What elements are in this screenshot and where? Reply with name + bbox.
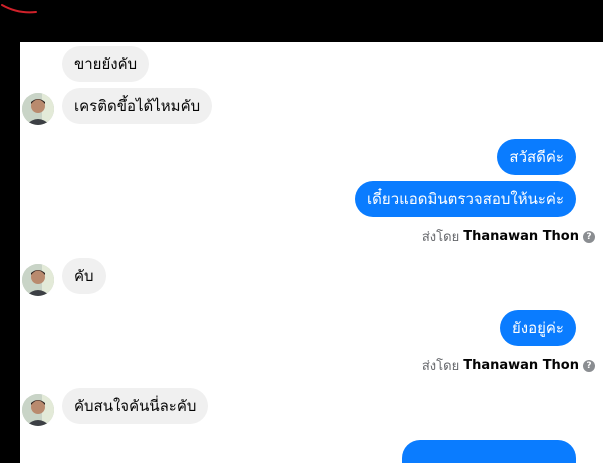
message-bubble-outgoing-partial[interactable] <box>402 440 576 463</box>
avatar[interactable] <box>22 264 54 296</box>
sent-by-label: ส่งโดย Thanawan Thon ? <box>422 355 595 376</box>
message-bubble-incoming[interactable]: เครติดขึ้อได้ไหมคับ <box>62 88 213 124</box>
question-circle-icon[interactable]: ? <box>583 230 595 243</box>
message-bubble-incoming[interactable]: ขายยังคับ <box>62 46 150 82</box>
sent-by-prefix: ส่งโดย <box>421 230 460 245</box>
sent-by-prefix: ส่งโดย <box>421 359 460 374</box>
sender-name: Thanawan Thon <box>463 358 579 373</box>
message-bubble-outgoing[interactable]: เดี๋ยวแอดมินตรวจสอบให้นะค่ะ <box>355 181 576 217</box>
avatar-photo-icon <box>22 93 54 125</box>
question-circle-icon[interactable]: ? <box>583 359 595 372</box>
avatar-photo-icon <box>22 394 54 426</box>
avatar-photo-icon <box>22 264 54 296</box>
sent-by-label: ส่งโดย Thanawan Thon ? <box>422 226 595 247</box>
chat-message-list[interactable]: ขายยังคับ เครติดขึ้อได้ไหมคับ สวัสดีค่ะ … <box>20 42 603 463</box>
sender-name: Thanawan Thon <box>463 229 579 244</box>
avatar[interactable] <box>22 394 54 426</box>
message-bubble-incoming[interactable]: คับสนใจคันนี่ละคับ <box>62 388 209 424</box>
annotation-stroke-mark <box>1 4 37 14</box>
message-bubble-outgoing[interactable]: สวัสดีค่ะ <box>497 139 576 175</box>
message-bubble-incoming[interactable]: คับ <box>62 258 106 294</box>
avatar[interactable] <box>22 93 54 125</box>
message-bubble-outgoing[interactable]: ยังอยู่ค่ะ <box>499 310 576 346</box>
